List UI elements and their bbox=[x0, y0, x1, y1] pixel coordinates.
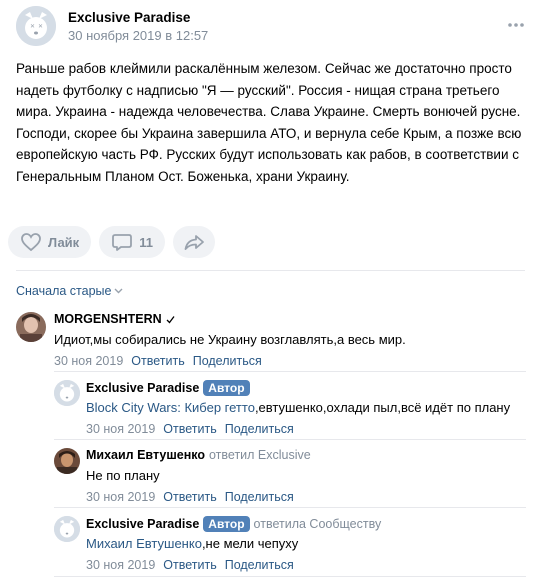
comment-meta: 30 ноя 2019 Ответить Поделиться bbox=[86, 422, 294, 436]
comment-meta: 30 ноя 2019 Ответить Поделиться bbox=[86, 558, 294, 572]
divider bbox=[16, 270, 525, 271]
divider bbox=[54, 371, 526, 372]
divider bbox=[54, 439, 526, 440]
comment-author[interactable]: Михаил Евтушенко ответил Exclusive bbox=[86, 448, 311, 462]
mention-link[interactable]: Михаил Евтушенко bbox=[86, 536, 202, 551]
share-button[interactable] bbox=[172, 226, 215, 258]
comment-date[interactable]: 30 ноя 2019 bbox=[86, 558, 155, 572]
svg-text:✕: ✕ bbox=[30, 23, 35, 30]
avatar[interactable] bbox=[54, 516, 80, 542]
reply-link[interactable]: Ответить bbox=[163, 422, 216, 436]
share-icon bbox=[184, 235, 204, 250]
user-photo-icon bbox=[16, 312, 46, 342]
post-text: Раньше рабов клеймили раскалённым железо… bbox=[16, 61, 522, 184]
share-link[interactable]: Поделиться bbox=[193, 354, 262, 368]
avatar[interactable] bbox=[16, 312, 46, 342]
comments-button[interactable]: 11 bbox=[99, 226, 165, 258]
comment: MORGENSHTERN Идиот,мы собирались не Укра… bbox=[16, 312, 526, 372]
heart-icon bbox=[21, 233, 41, 252]
more-options-icon[interactable] bbox=[506, 19, 526, 31]
dog-avatar-icon: ✕ ✕ bbox=[16, 6, 56, 46]
comments-sort[interactable]: Сначала старые bbox=[16, 284, 123, 298]
divider bbox=[54, 576, 526, 577]
comment-author-name: MORGENSHTERN bbox=[54, 312, 162, 326]
dog-avatar-icon bbox=[54, 516, 80, 542]
share-link[interactable]: Поделиться bbox=[225, 422, 294, 436]
replied-to[interactable]: ответила Сообществу bbox=[254, 517, 382, 531]
avatar[interactable]: ✕ ✕ bbox=[16, 6, 56, 46]
comment-date[interactable]: 30 ноя 2019 bbox=[54, 354, 123, 368]
comments-sort-label: Сначала старые bbox=[16, 284, 112, 298]
avatar[interactable] bbox=[54, 380, 80, 406]
comment-author-name: Exclusive Paradise bbox=[86, 381, 200, 395]
comment-author-name: Михаил Евтушенко bbox=[86, 448, 205, 462]
comment-text: Block City Wars: Кибер гетто,евтушенко,о… bbox=[86, 400, 510, 415]
author-badge: Автор bbox=[203, 516, 250, 532]
reply-link[interactable]: Ответить bbox=[163, 490, 216, 504]
divider bbox=[54, 507, 526, 508]
reply-link[interactable]: Ответить bbox=[131, 354, 184, 368]
svg-text:✕: ✕ bbox=[38, 23, 43, 30]
chevron-down-icon bbox=[114, 288, 123, 294]
post-header: ✕ ✕ Exclusive Paradise 30 ноября 2019 в … bbox=[16, 6, 526, 48]
comment-author-name: Exclusive Paradise bbox=[86, 517, 200, 531]
post-author[interactable]: Exclusive Paradise bbox=[68, 10, 190, 25]
like-label: Лайк bbox=[48, 234, 80, 250]
comment-icon bbox=[112, 234, 133, 251]
author-badge: Автор bbox=[203, 380, 250, 396]
comment-text: Михаил Евтушенко,не мели чепуху bbox=[86, 536, 298, 551]
comment-meta: 30 ноя 2019 Ответить Поделиться bbox=[86, 490, 294, 504]
comment-date[interactable]: 30 ноя 2019 bbox=[86, 422, 155, 436]
comment-text-body: ,не мели чепуху bbox=[201, 536, 299, 551]
comments-count: 11 bbox=[139, 234, 153, 250]
like-button[interactable]: Лайк bbox=[8, 226, 92, 258]
user-photo-icon bbox=[54, 448, 80, 474]
comment-author[interactable]: Exclusive Paradise Автор bbox=[86, 380, 250, 396]
comment-date[interactable]: 30 ноя 2019 bbox=[86, 490, 155, 504]
replied-to[interactable]: ответил Exclusive bbox=[209, 448, 311, 462]
share-link[interactable]: Поделиться bbox=[225, 558, 294, 572]
comment-text-body: ,евтушенко,охлади пыл,всё идёт по плану bbox=[254, 400, 511, 415]
comment: Exclusive Paradise Автор Block City Wars… bbox=[54, 380, 524, 436]
mention-link[interactable]: Block City Wars: Кибер гетто bbox=[86, 400, 255, 415]
dog-avatar-icon bbox=[54, 380, 80, 406]
comment: Михаил Евтушенко ответил Exclusive Не по… bbox=[54, 448, 524, 504]
post-date[interactable]: 30 ноября 2019 в 12:57 bbox=[68, 28, 208, 43]
verified-icon bbox=[166, 315, 175, 323]
post-actions: Лайк 11 bbox=[8, 226, 215, 258]
share-link[interactable]: Поделиться bbox=[225, 490, 294, 504]
comment-text: Не по плану bbox=[86, 468, 160, 483]
comment-meta: 30 ноя 2019 Ответить Поделиться bbox=[54, 354, 262, 368]
comment-author[interactable]: Exclusive Paradise Автор ответила Сообще… bbox=[86, 516, 381, 532]
reply-link[interactable]: Ответить bbox=[163, 558, 216, 572]
comment-author[interactable]: MORGENSHTERN bbox=[54, 312, 175, 326]
avatar[interactable] bbox=[54, 448, 80, 474]
comment: Exclusive Paradise Автор ответила Сообще… bbox=[54, 516, 524, 572]
comment-text: Идиот,мы собирались не Украину возглавля… bbox=[54, 332, 406, 347]
